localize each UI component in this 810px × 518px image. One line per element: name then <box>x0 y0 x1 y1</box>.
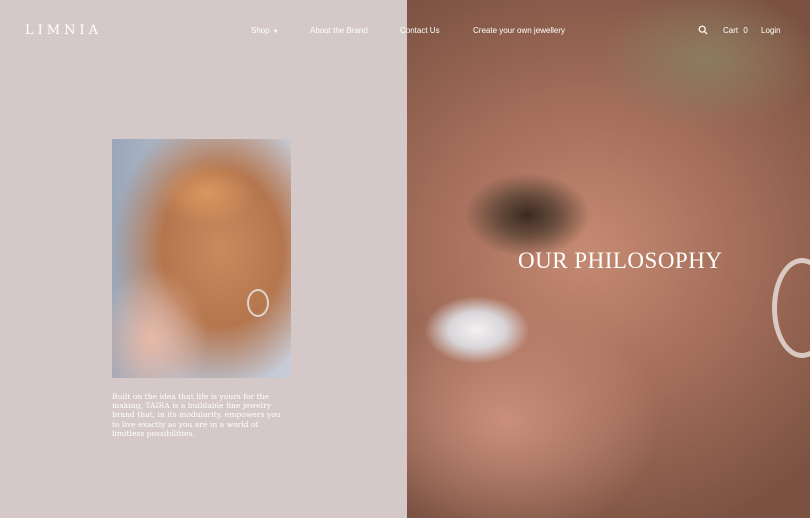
brand-logo[interactable]: LIMNIA <box>25 23 102 38</box>
login-link[interactable]: Login <box>761 26 781 35</box>
cart-label: Cart <box>723 26 739 35</box>
hoop-earring-detail <box>772 258 810 358</box>
nav-shop-label: Shop <box>251 26 270 35</box>
cart-link[interactable]: Cart 0 <box>723 26 748 35</box>
earring-detail <box>247 289 269 317</box>
portrait-image <box>112 139 291 378</box>
nav-create-jewellery[interactable]: Create your own jewellery <box>473 26 565 35</box>
nav-about[interactable]: About the Brand <box>310 26 368 35</box>
page-title: OUR PHILOSOPHY <box>518 248 723 273</box>
cart-count: 0 <box>743 26 748 35</box>
chevron-down-icon: ▼ <box>272 29 279 35</box>
nav-shop[interactable]: Shop ▼ <box>251 26 279 35</box>
philosophy-text: Built on the idea that life is yours for… <box>112 392 281 438</box>
nav-contact[interactable]: Contact Us <box>400 26 440 35</box>
search-icon[interactable] <box>698 25 708 35</box>
